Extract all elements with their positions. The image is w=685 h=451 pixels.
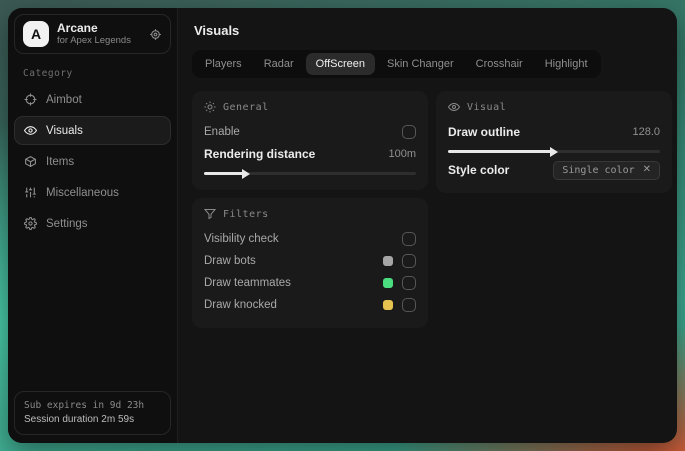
filters-card: Filters Visibility check Draw bots Draw … [192, 198, 428, 328]
tab-offscreen[interactable]: OffScreen [305, 53, 375, 75]
enable-row: Enable [204, 121, 416, 143]
category-label: Category [23, 68, 73, 79]
section-title-visual: Visual [467, 101, 507, 113]
rendering-distance-value: 100m [388, 148, 416, 160]
tab-highlight[interactable]: Highlight [535, 53, 598, 75]
draw-bots-color-swatch[interactable] [383, 256, 393, 266]
draw-knocked-color-swatch[interactable] [383, 300, 393, 310]
brand-text: Arcane for Apex Legends [57, 21, 141, 47]
visibility-check-row: Visibility check [204, 228, 416, 250]
draw-bots-row: Draw bots [204, 250, 416, 272]
page-title: Visuals [194, 23, 240, 38]
slider-thumb[interactable] [242, 168, 251, 179]
draw-knocked-checkbox[interactable] [402, 298, 416, 312]
app-subtitle: for Apex Legends [57, 35, 131, 46]
draw-knocked-row: Draw knocked [204, 294, 416, 316]
sidebar-item-label: Aimbot [46, 93, 82, 106]
style-color-chip-label: Single color [562, 164, 635, 176]
rendering-distance-row: Rendering distance 100m [204, 143, 416, 165]
draw-knocked-label: Draw knocked [204, 299, 277, 311]
sidebar-item-label: Miscellaneous [46, 186, 119, 199]
tab-players[interactable]: Players [195, 53, 252, 75]
session-duration-text: Session duration 2m 59s [24, 414, 135, 425]
tab-crosshair[interactable]: Crosshair [466, 53, 533, 75]
sidebar-item-label: Visuals [46, 124, 83, 137]
subscription-status: Sub expires in 9d 23h Session duration 2… [14, 391, 171, 435]
eye-icon [448, 101, 460, 113]
draw-teammates-label: Draw teammates [204, 277, 291, 289]
tab-skin-changer[interactable]: Skin Changer [377, 53, 464, 75]
sun-icon [204, 101, 216, 113]
sidebar-item-miscellaneous[interactable]: Miscellaneous [14, 178, 171, 207]
eye-icon [24, 124, 37, 137]
tab-bar: Players Radar OffScreen Skin Changer Cro… [192, 50, 601, 78]
draw-outline-row: Draw outline 128.0 [448, 121, 660, 143]
draw-outline-label: Draw outline [448, 125, 521, 139]
sidebar-item-label: Settings [46, 217, 88, 230]
sidebar-item-settings[interactable]: Settings [14, 209, 171, 238]
enable-label: Enable [204, 126, 240, 138]
sliders-icon [24, 186, 37, 199]
draw-bots-label: Draw bots [204, 255, 256, 267]
general-card: General Enable Rendering distance 100m [192, 91, 428, 190]
draw-teammates-row: Draw teammates [204, 272, 416, 294]
style-color-label: Style color [448, 163, 510, 177]
box-icon [24, 155, 37, 168]
slider-fill [448, 146, 558, 157]
rendering-distance-slider[interactable] [204, 168, 416, 179]
visibility-check-label: Visibility check [204, 233, 279, 245]
funnel-icon [204, 208, 216, 220]
style-color-row: Style color Single color ✕ [448, 159, 660, 181]
main-content: Visuals Players Radar OffScreen Skin Cha… [178, 8, 677, 443]
enable-checkbox[interactable] [402, 125, 416, 139]
sidebar-nav: Aimbot Visuals Items Miscellaneous Setti… [14, 85, 171, 238]
style-color-select[interactable]: Single color ✕ [553, 160, 660, 180]
crosshair-icon [24, 93, 37, 106]
visibility-check-checkbox[interactable] [402, 232, 416, 246]
close-icon[interactable]: ✕ [643, 165, 651, 175]
app-name: Arcane [57, 21, 98, 35]
slider-thumb[interactable] [550, 146, 558, 157]
visual-card: Visual Draw outline 128.0 Style color Si… [436, 91, 672, 193]
draw-outline-slider[interactable] [448, 146, 660, 157]
sidebar-item-label: Items [46, 155, 75, 168]
target-icon[interactable] [149, 28, 162, 41]
draw-bots-checkbox[interactable] [402, 254, 416, 268]
draw-teammates-color-swatch[interactable] [383, 278, 393, 288]
app-window: A Arcane for Apex Legends Category Aimbo… [8, 8, 677, 443]
rendering-distance-label: Rendering distance [204, 147, 316, 161]
brand-card: A Arcane for Apex Legends [14, 14, 171, 54]
section-title-filters: Filters [223, 208, 269, 220]
app-logo: A [23, 21, 49, 47]
sidebar-item-items[interactable]: Items [14, 147, 171, 176]
sub-expires-text: Sub expires in 9d 23h [24, 400, 145, 411]
draw-teammates-checkbox[interactable] [402, 276, 416, 290]
draw-outline-value: 128.0 [632, 126, 660, 138]
tab-radar[interactable]: Radar [254, 53, 304, 75]
sidebar-item-aimbot[interactable]: Aimbot [14, 85, 171, 114]
sidebar: A Arcane for Apex Legends Category Aimbo… [8, 8, 178, 443]
gear-icon [24, 217, 37, 230]
sidebar-item-visuals[interactable]: Visuals [14, 116, 171, 145]
slider-fill [204, 168, 251, 179]
section-title-general: General [223, 101, 269, 113]
